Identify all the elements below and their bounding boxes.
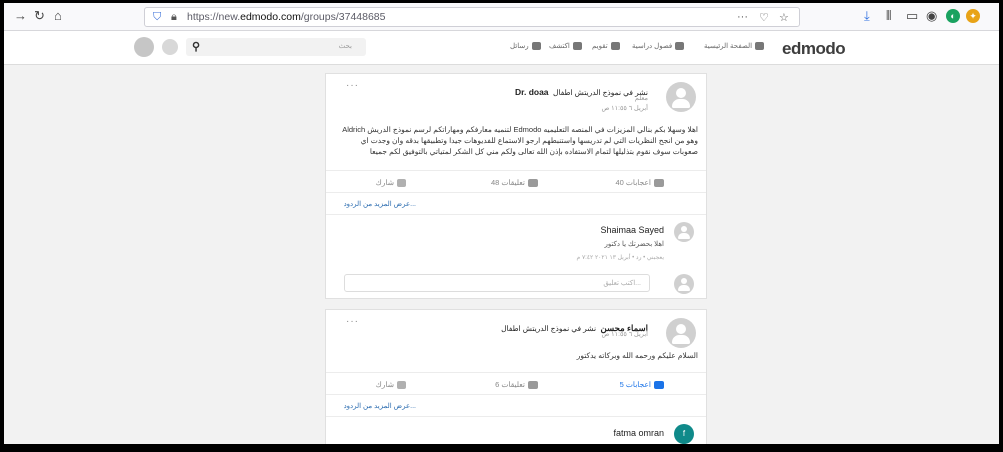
commenter-avatar[interactable]: f bbox=[674, 424, 694, 444]
nav-home[interactable]: الصفحة الرئيسية bbox=[704, 42, 765, 51]
search-icon: ⚲ bbox=[192, 41, 201, 53]
comment-icon bbox=[528, 179, 538, 188]
author-role: معلم bbox=[634, 95, 648, 102]
discover-icon bbox=[572, 42, 582, 51]
comment-icon bbox=[528, 381, 538, 390]
nav-messages[interactable]: رسائل bbox=[510, 42, 541, 51]
nav-discover[interactable]: اكتشف bbox=[549, 42, 582, 51]
nav-classes[interactable]: فصول دراسية bbox=[632, 42, 685, 51]
like-count: 5 اعجابات bbox=[619, 380, 651, 389]
divider bbox=[326, 394, 706, 395]
commenter-avatar[interactable] bbox=[674, 222, 694, 242]
browser-window: → ↻ ⌂ ⛉ 🔒︎ https://new.edmodo.com/groups… bbox=[4, 3, 999, 444]
post-action[interactable]: نشر في نموذج الدريتش اطفال bbox=[553, 88, 648, 97]
lock-icon[interactable]: 🔒︎ bbox=[171, 11, 177, 24]
commenter-name[interactable]: Shaimaa Sayed bbox=[600, 225, 664, 235]
author-avatar[interactable] bbox=[666, 318, 696, 348]
author-avatar[interactable] bbox=[666, 82, 696, 112]
current-user-avatar bbox=[674, 274, 694, 294]
more-replies-link[interactable]: عرض المزيد من الردود... bbox=[344, 200, 416, 208]
search-input[interactable]: ⚲ بحث bbox=[186, 38, 366, 56]
more-replies-link[interactable]: عرض المزيد من الردود... bbox=[344, 402, 416, 410]
page-actions-icon[interactable]: ··· bbox=[737, 11, 748, 23]
commenter-name[interactable]: fatma omran bbox=[613, 428, 664, 438]
url-bar[interactable]: ⛉ 🔒︎ https://new.edmodo.com/groups/37448… bbox=[144, 7, 800, 27]
home-nav-icon bbox=[755, 42, 765, 51]
account-icon[interactable]: ◉ bbox=[926, 9, 937, 23]
calendar-icon bbox=[610, 42, 620, 51]
nav-home-label: الصفحة الرئيسية bbox=[704, 43, 753, 50]
divider bbox=[326, 192, 706, 193]
comment-text: اهلا بحضرتك يا دكتور bbox=[604, 241, 664, 248]
comment-count: 6 تعليقات bbox=[495, 380, 525, 389]
thumbs-up-icon bbox=[654, 381, 664, 390]
browser-toolbar: → ↻ ⌂ ⛉ 🔒︎ https://new.edmodo.com/groups… bbox=[4, 3, 999, 31]
like-count: 40 اعجابات bbox=[615, 178, 651, 187]
bookmark-star-icon[interactable]: ☆ bbox=[779, 11, 789, 24]
share-icon bbox=[397, 179, 406, 188]
post-timestamp[interactable]: أبريل ٦ ١١:٥٥ ص bbox=[601, 104, 648, 112]
divider bbox=[326, 214, 706, 215]
extension-leaf-icon[interactable]: ✦ bbox=[966, 9, 980, 23]
share-button[interactable]: شارك bbox=[375, 178, 406, 188]
post-header: Dr. doaa نشر في نموذج الدريتش اطفال bbox=[515, 82, 648, 100]
download-icon[interactable]: ⤓ bbox=[864, 9, 870, 23]
classes-icon bbox=[675, 42, 685, 51]
post-menu-icon[interactable]: ··· bbox=[346, 80, 359, 91]
share-button[interactable]: شارك bbox=[375, 380, 406, 390]
search-placeholder: بحث bbox=[338, 43, 352, 50]
post-body: اهلا وسهلا بكم بنالي المزيزات في المنصه … bbox=[342, 125, 698, 156]
comment-placeholder: اكتب تعليق... bbox=[603, 280, 641, 287]
divider bbox=[326, 416, 706, 417]
like-button[interactable]: 5 اعجابات bbox=[619, 380, 664, 390]
comment-input[interactable]: اكتب تعليق... bbox=[344, 274, 650, 292]
nav-messages-label: رسائل bbox=[510, 43, 529, 50]
edmodo-navbar: edmodo الصفحة الرئيسية فصول دراسية تقويم… bbox=[4, 31, 999, 65]
post-card: ··· اسماء محسن نشر في نموذج الدريتش اطفا… bbox=[325, 309, 707, 444]
notifications-icon[interactable] bbox=[162, 39, 178, 55]
nav-calendar[interactable]: تقويم bbox=[592, 42, 620, 51]
post-body: السلام عليكم ورحمه الله وبركاته يدكتور bbox=[576, 351, 698, 360]
like-button[interactable]: 40 اعجابات bbox=[615, 178, 664, 188]
divider bbox=[326, 372, 706, 373]
divider bbox=[326, 170, 706, 171]
home-icon[interactable]: ⌂ bbox=[54, 9, 62, 23]
comments-button[interactable]: 48 تعليقات bbox=[490, 178, 538, 188]
sidebar-icon[interactable]: ▭ bbox=[906, 9, 918, 23]
thumbs-up-icon bbox=[654, 179, 664, 188]
url-text[interactable]: https://new.edmodo.com/groups/37448685 bbox=[187, 11, 385, 23]
post-timestamp[interactable]: أبريل ٦ ١١:٥٥ ص bbox=[601, 330, 648, 338]
edmodo-logo[interactable]: edmodo bbox=[782, 39, 846, 59]
reload-icon[interactable]: ↻ bbox=[34, 9, 45, 23]
post-menu-icon[interactable]: ··· bbox=[346, 316, 359, 327]
share-icon bbox=[397, 381, 406, 390]
nav-calendar-label: تقويم bbox=[592, 43, 608, 50]
pocket-icon[interactable]: ♡ bbox=[759, 11, 769, 24]
shield-icon[interactable]: ⛉ bbox=[153, 11, 161, 24]
library-icon[interactable]: ⫴ bbox=[886, 9, 891, 23]
forward-arrow-icon[interactable]: → bbox=[14, 9, 27, 23]
share-label: شارك bbox=[375, 380, 394, 389]
comment-meta[interactable]: يعجبني • رد • أبريل ١٣ ٢٠٢١ ٧:٤٢ م bbox=[577, 254, 664, 261]
nav-discover-label: اكتشف bbox=[549, 43, 570, 50]
nav-classes-label: فصول دراسية bbox=[632, 43, 673, 50]
comment-count: 48 تعليقات bbox=[490, 178, 525, 187]
author-name[interactable]: Dr. doaa bbox=[515, 87, 549, 97]
messages-icon bbox=[531, 42, 541, 51]
post-action[interactable]: نشر في نموذج الدريتش اطفال bbox=[501, 324, 596, 333]
comments-button[interactable]: 6 تعليقات bbox=[495, 380, 538, 390]
extension-green-icon[interactable]: ◐ bbox=[946, 9, 960, 23]
share-label: شارك bbox=[375, 178, 394, 187]
post-card: ··· Dr. doaa نشر في نموذج الدريتش اطفال … bbox=[325, 73, 707, 299]
user-avatar[interactable] bbox=[134, 37, 154, 57]
